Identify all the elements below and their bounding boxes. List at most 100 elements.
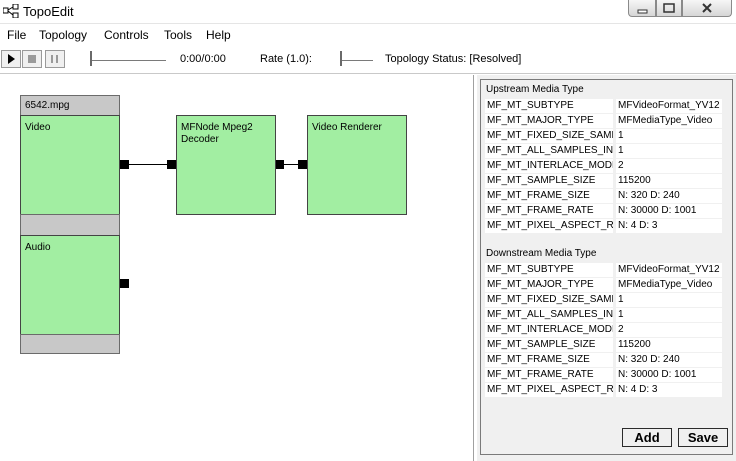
menu-file[interactable]: File: [7, 28, 26, 42]
media-type-panel: Upstream Media Type MF_MT_SUBTYPE MFVideo…: [476, 75, 736, 461]
renderer-node[interactable]: Video Renderer: [307, 115, 407, 215]
attribute-row[interactable]: MF_MT_FRAME_RATE N: 30000 D: 1001: [485, 204, 730, 219]
video-output-pin[interactable]: [120, 160, 129, 169]
time-display: 0:00/0:00: [180, 53, 226, 65]
attribute-row[interactable]: MF_MT_FRAME_SIZE N: 320 D: 240: [485, 353, 730, 368]
stop-icon: [28, 55, 36, 63]
attribute-key: MF_MT_MAJOR_TYPE: [485, 114, 613, 128]
maximize-button[interactable]: [656, 0, 682, 17]
attribute-value[interactable]: 2: [616, 159, 722, 173]
media-type-frame: Upstream Media Type MF_MT_SUBTYPE MFVideo…: [480, 79, 733, 455]
attribute-row[interactable]: MF_MT_FRAME_SIZE N: 320 D: 240: [485, 189, 730, 204]
minimize-button[interactable]: [628, 0, 656, 17]
upstream-title: Upstream Media Type: [486, 84, 584, 95]
seek-slider[interactable]: [92, 60, 166, 61]
attribute-value[interactable]: 1: [616, 144, 722, 158]
source-node-separator: [20, 214, 120, 236]
attribute-key: MF_MT_SAMPLE_SIZE: [485, 174, 613, 188]
save-button[interactable]: Save: [678, 428, 728, 447]
play-button[interactable]: [1, 50, 21, 68]
attribute-key: MF_MT_SUBTYPE: [485, 263, 613, 277]
app-topology-icon: [3, 4, 19, 18]
attribute-key: MF_MT_PIXEL_ASPECT_RATIO: [485, 219, 613, 233]
attribute-key: MF_MT_FIXED_SIZE_SAMPLES: [485, 129, 613, 143]
connection-decoder-renderer: [284, 164, 298, 165]
attribute-value[interactable]: MFVideoFormat_YV12: [616, 99, 722, 113]
attribute-value[interactable]: N: 320 D: 240: [616, 353, 722, 367]
renderer-input-pin[interactable]: [298, 160, 307, 169]
attribute-value[interactable]: 115200: [616, 174, 722, 188]
attribute-row[interactable]: MF_MT_ALL_SAMPLES_INDEPENDENT1: [485, 308, 730, 323]
attribute-row[interactable]: MF_MT_PIXEL_ASPECT_RATION: 4 D: 3: [485, 383, 730, 398]
attribute-value[interactable]: MFMediaType_Video: [616, 278, 722, 292]
attribute-value[interactable]: N: 320 D: 240: [616, 189, 722, 203]
title-bar: TopoEdit: [0, 0, 736, 24]
attribute-row[interactable]: MF_MT_ALL_SAMPLES_INDEPENDENT1: [485, 144, 730, 159]
decoder-node[interactable]: MFNode Mpeg2 Decoder: [176, 115, 276, 215]
source-file-label: 6542.mpg: [25, 100, 70, 111]
attribute-row[interactable]: MF_MT_SUBTYPE MFVideoFormat_YV12: [485, 263, 730, 278]
toolbar: 0:00/0:00 Rate (1.0): Topology Status: […: [0, 46, 736, 74]
attribute-key: MF_MT_FRAME_SIZE: [485, 189, 613, 203]
attribute-row[interactable]: MF_MT_FIXED_SIZE_SAMPLES1: [485, 293, 730, 308]
pause-button[interactable]: [45, 50, 65, 68]
source-audio-stream[interactable]: Audio: [20, 235, 120, 335]
attribute-row[interactable]: MF_MT_SAMPLE_SIZE 115200: [485, 174, 730, 189]
topology-canvas[interactable]: 6542.mpg Video Audio MFNode Mpeg2 Decode…: [0, 75, 474, 461]
downstream-title: Downstream Media Type: [486, 248, 597, 259]
attribute-key: MF_MT_ALL_SAMPLES_INDEPENDENT: [485, 144, 613, 158]
attribute-row[interactable]: MF_MT_SUBTYPE MFVideoFormat_YV12: [485, 99, 730, 114]
attribute-value[interactable]: 2: [616, 323, 722, 337]
attribute-row[interactable]: MF_MT_INTERLACE_MODE 2: [485, 159, 730, 174]
pause-icon: [51, 55, 58, 63]
decoder-input-pin[interactable]: [167, 160, 176, 169]
source-node-footer: [20, 334, 120, 354]
attribute-row[interactable]: MF_MT_MAJOR_TYPE MFMediaType_Video: [485, 114, 730, 129]
close-button[interactable]: [682, 0, 732, 17]
attribute-value[interactable]: 1: [616, 293, 722, 307]
add-button[interactable]: Add: [622, 428, 672, 447]
topology-status: Topology Status: [Resolved]: [385, 53, 522, 65]
attribute-key: MF_MT_ALL_SAMPLES_INDEPENDENT: [485, 308, 613, 322]
play-icon: [8, 54, 15, 64]
audio-output-pin[interactable]: [120, 279, 129, 288]
source-video-stream[interactable]: Video: [20, 115, 120, 215]
attribute-key: MF_MT_MAJOR_TYPE: [485, 278, 613, 292]
attribute-value[interactable]: MFVideoFormat_YV12: [616, 263, 722, 277]
attribute-key: MF_MT_INTERLACE_MODE: [485, 159, 613, 173]
attribute-key: MF_MT_INTERLACE_MODE: [485, 323, 613, 337]
menu-controls[interactable]: Controls: [104, 28, 149, 42]
attribute-value[interactable]: 1: [616, 308, 722, 322]
attribute-key: MF_MT_FIXED_SIZE_SAMPLES: [485, 293, 613, 307]
rate-slider-thumb[interactable]: [340, 51, 342, 66]
connection-source-decoder: [129, 164, 167, 165]
attribute-row[interactable]: MF_MT_SAMPLE_SIZE 115200: [485, 338, 730, 353]
menu-bar: File Topology Controls Tools Help: [0, 25, 736, 45]
attribute-row[interactable]: MF_MT_INTERLACE_MODE 2: [485, 323, 730, 338]
menu-tools[interactable]: Tools: [164, 28, 192, 42]
rate-slider[interactable]: [341, 60, 373, 61]
attribute-key: MF_MT_FRAME_RATE: [485, 368, 613, 382]
stop-button[interactable]: [22, 50, 42, 68]
seek-slider-thumb[interactable]: [90, 51, 92, 66]
attribute-value[interactable]: MFMediaType_Video: [616, 114, 722, 128]
close-icon: [702, 3, 712, 13]
attribute-key: MF_MT_SUBTYPE: [485, 99, 613, 113]
rate-label: Rate (1.0):: [260, 53, 312, 65]
attribute-value[interactable]: N: 30000 D: 1001: [616, 204, 722, 218]
attribute-value[interactable]: 1: [616, 129, 722, 143]
attribute-key: MF_MT_SAMPLE_SIZE: [485, 338, 613, 352]
decoder-output-pin[interactable]: [275, 160, 284, 169]
source-node-header[interactable]: 6542.mpg: [20, 95, 120, 116]
menu-help[interactable]: Help: [206, 28, 231, 42]
attribute-row[interactable]: MF_MT_MAJOR_TYPE MFMediaType_Video: [485, 278, 730, 293]
attribute-row[interactable]: MF_MT_PIXEL_ASPECT_RATION: 4 D: 3: [485, 219, 730, 234]
attribute-row[interactable]: MF_MT_FIXED_SIZE_SAMPLES1: [485, 129, 730, 144]
attribute-value[interactable]: N: 4 D: 3: [616, 219, 722, 233]
renderer-label: Video Renderer: [312, 122, 382, 133]
attribute-value[interactable]: N: 30000 D: 1001: [616, 368, 722, 382]
menu-topology[interactable]: Topology: [39, 28, 87, 42]
attribute-row[interactable]: MF_MT_FRAME_RATE N: 30000 D: 1001: [485, 368, 730, 383]
attribute-value[interactable]: N: 4 D: 3: [616, 383, 722, 397]
attribute-value[interactable]: 115200: [616, 338, 722, 352]
